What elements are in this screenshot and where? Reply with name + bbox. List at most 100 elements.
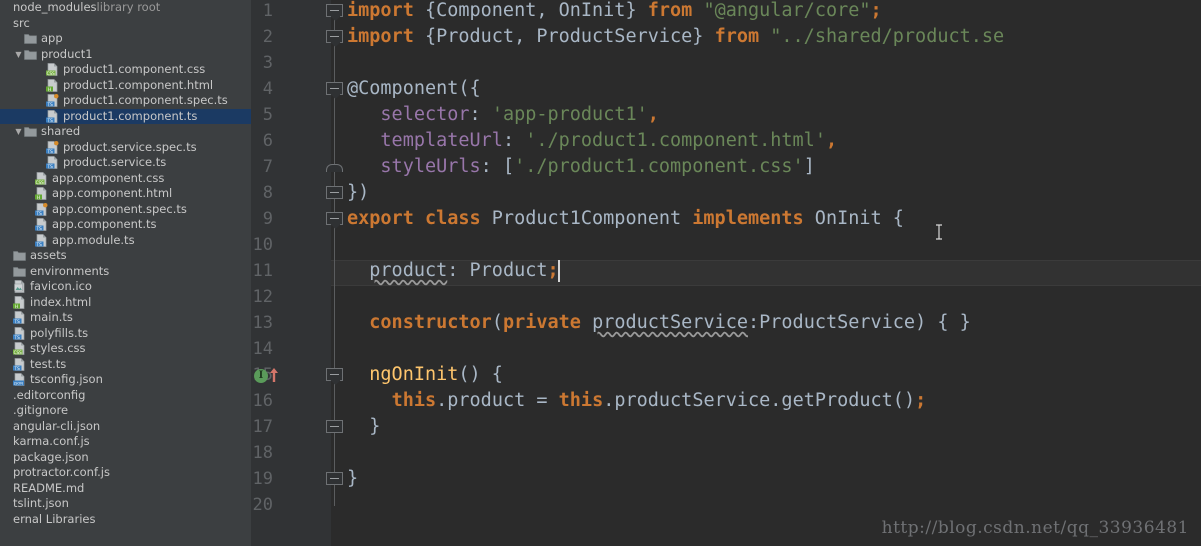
tree-item[interactable]: Happ.component.html — [0, 186, 251, 202]
tree-item[interactable]: package.json — [0, 450, 251, 466]
tree-item[interactable]: TS app.module.ts — [0, 233, 251, 249]
line-number: 17 — [252, 417, 273, 437]
tree-item[interactable]: Hproduct1.component.html — [0, 78, 251, 94]
tree-item-label: product.service.ts — [63, 155, 167, 169]
svg-text:JSON: JSON — [13, 382, 23, 386]
code-editor[interactable]: 1234567891011121314151617181920 I import… — [251, 0, 1201, 546]
tree-item[interactable]: app — [0, 31, 251, 47]
tree-item[interactable]: JSON tsconfig.json — [0, 372, 251, 388]
tree-item[interactable]: TS product1.component.spec.ts — [0, 93, 251, 109]
tree-item[interactable]: ernal Libraries — [0, 512, 251, 528]
fold-marker-column[interactable] — [323, 0, 347, 546]
fold-toggle-icon[interactable] — [326, 4, 343, 17]
fold-toggle-icon[interactable] — [326, 186, 343, 199]
tree-item[interactable]: TS product.service.spec.ts — [0, 140, 251, 156]
watermark-url: http://blog.csdn.net/qq_33936481 — [881, 518, 1189, 538]
tree-item[interactable]: Hindex.html — [0, 295, 251, 311]
fold-toggle-icon[interactable] — [326, 30, 343, 43]
implements-icon[interactable]: I — [254, 369, 268, 383]
svg-text:TS: TS — [47, 102, 54, 107]
svg-text:H: H — [48, 87, 51, 92]
code-token: "../shared/product.se — [770, 26, 1005, 47]
tree-item[interactable]: TS app.component.ts — [0, 217, 251, 233]
tree-item-label: test.ts — [30, 356, 67, 371]
tree-item[interactable]: assets — [0, 248, 251, 264]
file-ts-icon: TS — [13, 326, 26, 340]
line-number: 11 — [252, 261, 273, 281]
line-number: 2 — [262, 27, 273, 47]
line-number: 13 — [252, 313, 273, 333]
expand-arrow-icon[interactable]: ▼ — [13, 124, 24, 140]
tree-item[interactable]: CSS styles.css — [0, 341, 251, 357]
tree-item-selected[interactable]: TS product1.component.ts — [0, 108, 251, 124]
tree-item[interactable]: TS polyfills.ts — [0, 326, 251, 342]
code-line: this.product = this.productService.getPr… — [347, 388, 927, 414]
fold-toggle-icon[interactable] — [326, 368, 343, 381]
tree-item-label: app.component.html — [52, 186, 173, 200]
code-token: } — [347, 416, 381, 437]
tree-item[interactable]: TS app.component.spec.ts — [0, 202, 251, 218]
code-line: product: Product; — [347, 258, 558, 284]
tree-item-label: product.service.spec.ts — [63, 139, 197, 154]
tree-item[interactable]: TS main.ts — [0, 310, 251, 326]
tree-item-label: app.module.ts — [52, 232, 135, 247]
fold-toggle-icon[interactable] — [326, 82, 343, 95]
code-token: OnInit { — [803, 208, 904, 229]
svg-text:TS: TS — [14, 366, 21, 371]
code-token: styleUrls — [380, 156, 481, 177]
tree-item-label: .editorconfig — [13, 387, 86, 402]
expand-arrow-icon[interactable]: ▼ — [13, 47, 24, 63]
tree-item[interactable]: tslint.json — [0, 496, 251, 512]
tree-item-label: karma.conf.js — [13, 434, 90, 448]
code-token: private — [502, 312, 581, 333]
tree-item[interactable]: node_modules library root — [0, 0, 251, 16]
tree-item-label: product1.component.css — [63, 62, 206, 76]
fold-toggle-icon[interactable] — [326, 420, 343, 433]
tree-item[interactable]: angular-cli.json — [0, 419, 251, 435]
tree-item[interactable]: .editorconfig — [0, 388, 251, 404]
tree-item[interactable]: README.md — [0, 481, 251, 497]
tree-item[interactable]: ▼ shared — [0, 124, 251, 140]
tree-item[interactable]: environments — [0, 264, 251, 280]
fold-end-cap-icon[interactable] — [326, 164, 343, 172]
tree-item-label: styles.css — [30, 341, 86, 355]
svg-text:CSS: CSS — [14, 350, 22, 355]
svg-text:TS: TS — [36, 226, 43, 231]
tree-item[interactable]: .gitignore — [0, 403, 251, 419]
tree-item-label: angular-cli.json — [13, 418, 101, 433]
line-number: 6 — [262, 131, 273, 151]
tree-item[interactable]: karma.conf.js — [0, 434, 251, 450]
code-token: export class — [347, 208, 481, 229]
code-token: './product1.component.css' — [514, 156, 804, 177]
code-text-area[interactable]: import {Component, OnInit} from "@angula… — [347, 0, 1201, 546]
fold-toggle-icon[interactable] — [326, 212, 343, 225]
folder-icon — [24, 32, 37, 45]
tree-item[interactable]: TS test.ts — [0, 357, 251, 373]
tree-item-label: node_modules — [13, 0, 97, 14]
svg-text:TS: TS — [36, 211, 43, 216]
fold-toggle-icon[interactable] — [326, 472, 343, 485]
line-number: 14 — [252, 339, 273, 359]
tree-item[interactable]: favicon.ico — [0, 279, 251, 295]
file-css-icon: CSS — [46, 63, 59, 77]
code-line: import {Product, ProductService} from ".… — [347, 24, 1004, 50]
tree-item[interactable]: TS product.service.ts — [0, 155, 251, 171]
project-tree-panel[interactable]: node_modules library root src app ▼ product1… — [0, 0, 251, 546]
tree-item[interactable]: src — [0, 16, 251, 32]
tree-item[interactable]: protractor.conf.js — [0, 465, 251, 481]
tree-item-label: favicon.ico — [30, 279, 92, 293]
code-token: : — [502, 130, 526, 151]
line-number: 8 — [262, 183, 273, 203]
svg-text:TS: TS — [47, 149, 54, 154]
tree-item[interactable]: CSS app.component.css — [0, 171, 251, 187]
code-token: ngOnInit — [369, 364, 459, 385]
code-token: 'app-product1' — [491, 104, 648, 125]
tree-item-label: product1 — [41, 46, 93, 61]
line-number: 12 — [252, 287, 273, 307]
tree-item[interactable]: CSS product1.component.css — [0, 62, 251, 78]
tree-item-label: index.html — [30, 294, 92, 309]
tree-item[interactable]: ▼ product1 — [0, 47, 251, 63]
